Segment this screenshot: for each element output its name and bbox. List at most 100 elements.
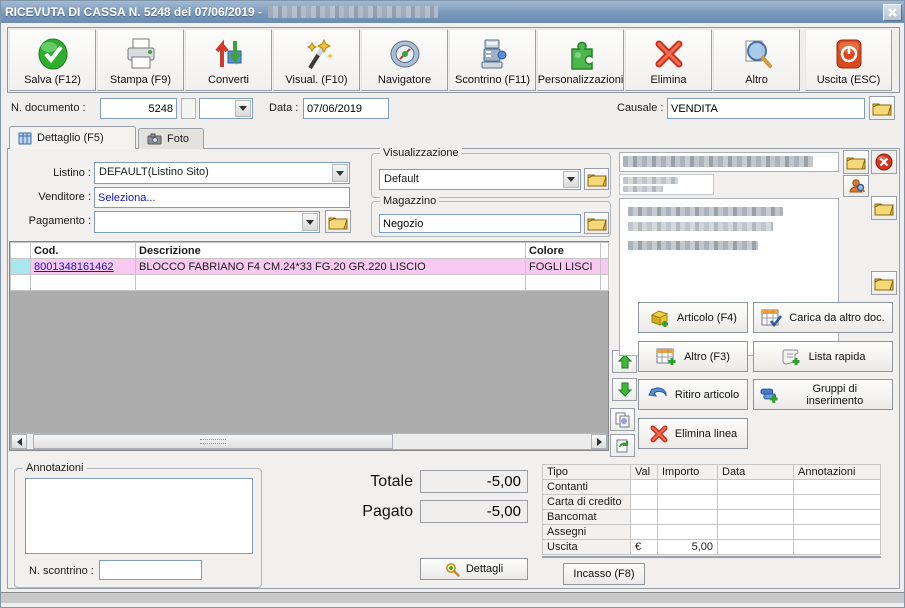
col-header-descrizione[interactable]: Descrizione [135, 242, 526, 259]
doc-series-combobox[interactable] [199, 98, 253, 119]
close-button[interactable] [883, 3, 902, 21]
customer-name-field[interactable] [619, 152, 839, 172]
payment-row-uscita[interactable]: Uscita € 5,00 [542, 539, 881, 555]
folder-icon [328, 217, 348, 229]
venditore-input[interactable] [94, 187, 350, 208]
titlebar[interactable]: RICEVUTA DI CASSA N. 5248 del 07/06/2019… [1, 1, 904, 23]
red-x-circle-icon [875, 153, 893, 171]
causale-input[interactable] [667, 98, 865, 119]
item-extra-cell [600, 258, 609, 275]
incasso-label: Incasso (F8) [573, 568, 635, 580]
payments-divider [542, 556, 881, 558]
gruppi-inserimento-button[interactable]: Gruppi di inserimento [753, 379, 893, 410]
ritiro-articolo-label: Ritiro articolo [674, 388, 740, 401]
chevron-down-icon [567, 177, 575, 182]
scroll-right-button[interactable] [591, 434, 607, 449]
receipt-window: RICEVUTA DI CASSA N. 5248 del 07/06/2019… [0, 0, 905, 608]
data-label: Data : [269, 102, 299, 114]
item-row-empty[interactable] [10, 274, 609, 291]
pay-header-annotazioni: Annotazioni [793, 464, 881, 480]
scrollbar-thumb[interactable] [33, 434, 393, 449]
refresh-rows-button[interactable] [610, 434, 635, 457]
payment-row-assegni[interactable]: Assegni [542, 524, 881, 540]
visualizzazione-dropdown-button[interactable] [563, 171, 579, 188]
customer-browse-button[interactable] [843, 150, 869, 174]
pagamento-dropdown-button[interactable] [302, 213, 318, 231]
pagamento-label: Pagamento : [28, 215, 91, 227]
pagato-value-field: -5,00 [420, 500, 528, 523]
tab-dettaglio[interactable]: Dettaglio (F5) [9, 126, 136, 149]
data-input[interactable] [303, 98, 389, 119]
visualizzazione-combobox[interactable]: Default [379, 169, 581, 190]
annotazioni-textarea[interactable] [25, 478, 253, 554]
toolbar-button-converti[interactable]: Converti [185, 29, 272, 91]
col-header-cod[interactable]: Cod. [30, 242, 136, 259]
col-header-extra [600, 242, 609, 259]
altro-f3-button[interactable]: Altro (F3) [638, 341, 748, 372]
elimina-linea-button[interactable]: Elimina linea [638, 418, 748, 449]
pay-header-tipo: Tipo [542, 464, 631, 480]
tab-dettaglio-label: Dettaglio (F5) [37, 132, 104, 144]
dettagli-label: Dettagli [465, 563, 504, 575]
magazzino-input[interactable] [379, 214, 581, 233]
magazzino-browse-button[interactable] [584, 212, 609, 234]
item-row-selected[interactable]: 8001348161462 BLOCCO FABRIANO F4 CM.24*3… [10, 258, 609, 275]
toolbar-button-personalizzazioni[interactable]: Personalizzazioni [537, 29, 624, 91]
item-cod-link[interactable]: 8001348161462 [34, 261, 114, 273]
payment-row-carta-di-credito[interactable]: Carta di credito [542, 494, 881, 510]
arrow-down-icon [617, 382, 632, 397]
lista-rapida-button[interactable]: Lista rapida [753, 341, 893, 372]
pagamento-browse-button[interactable] [325, 210, 351, 233]
item-descrizione-cell[interactable]: BLOCCO FABRIANO F4 CM.24*33 FG.20 GR.220… [135, 258, 526, 275]
person-search-icon [848, 179, 865, 193]
col-header-colore[interactable]: Colore [525, 242, 601, 259]
articolo-button[interactable]: Articolo (F4) [638, 302, 748, 333]
pagamento-combobox[interactable] [94, 211, 320, 233]
visualizzazione-browse-button[interactable] [584, 168, 609, 190]
toolbar-button-elimina[interactable]: Elimina [625, 29, 712, 91]
doc-number-suffix-box [181, 98, 196, 119]
pagato-label: Pagato [362, 503, 413, 520]
destination-browse-button[interactable] [871, 271, 897, 295]
toolbar-button-altro[interactable]: Altro [713, 29, 800, 91]
magic-wand-icon [300, 33, 334, 74]
ritiro-articolo-button[interactable]: Ritiro articolo [638, 379, 748, 410]
redacted-code-line [623, 177, 678, 184]
n-documento-input[interactable] [100, 98, 177, 119]
folder-icon [587, 218, 606, 231]
address-browse-button[interactable] [871, 196, 897, 220]
incasso-button[interactable]: Incasso (F8) [563, 563, 645, 585]
table-icon [18, 132, 32, 144]
item-colore-cell[interactable]: FOGLI LISCI [525, 258, 601, 275]
payment-row-contanti[interactable]: Contanti [542, 479, 881, 495]
scroll-left-button[interactable] [11, 434, 27, 449]
copy-row-button[interactable] [610, 408, 635, 431]
n-scontrino-input[interactable] [99, 560, 202, 580]
power-icon [834, 33, 864, 74]
totale-value-field: -5,00 [420, 470, 528, 493]
dettagli-button[interactable]: Dettagli [420, 558, 528, 580]
folder-icon [587, 174, 606, 187]
doc-series-dropdown-button[interactable] [235, 100, 251, 117]
items-grid-header-row: Cod. Descrizione Colore [10, 242, 609, 259]
payment-row-bancomat[interactable]: Bancomat [542, 509, 881, 525]
clear-customer-button[interactable] [871, 150, 897, 174]
customer-search-button[interactable] [843, 175, 869, 197]
toolbar-button-stampa[interactable]: Stampa (F9) [97, 29, 184, 91]
row-marker-cell [10, 258, 31, 275]
tab-foto[interactable]: Foto [138, 128, 204, 149]
camera-icon [147, 133, 162, 145]
grid-horizontal-scrollbar[interactable] [11, 433, 607, 449]
toolbar-button-visual[interactable]: Visual. (F10) [273, 29, 360, 91]
toolbar-button-navigatore[interactable]: Navigatore [361, 29, 448, 91]
visualizzazione-title: Visualizzazione [380, 147, 462, 159]
causale-browse-button[interactable] [869, 96, 895, 120]
toolbar-button-salva[interactable]: Salva (F12) [9, 29, 96, 91]
toolbar-button-scontrino[interactable]: Scontrino (F11) [449, 29, 536, 91]
scrollbar-track[interactable] [27, 434, 591, 449]
toolbar-button-uscita[interactable]: Uscita (ESC) [805, 29, 892, 91]
listino-dropdown-button[interactable] [332, 164, 348, 182]
listino-combobox[interactable]: DEFAULT(Listino Sito) [94, 162, 350, 184]
move-row-down-button[interactable] [612, 378, 637, 401]
carica-da-altro-doc-button[interactable]: Carica da altro doc. [753, 302, 893, 333]
